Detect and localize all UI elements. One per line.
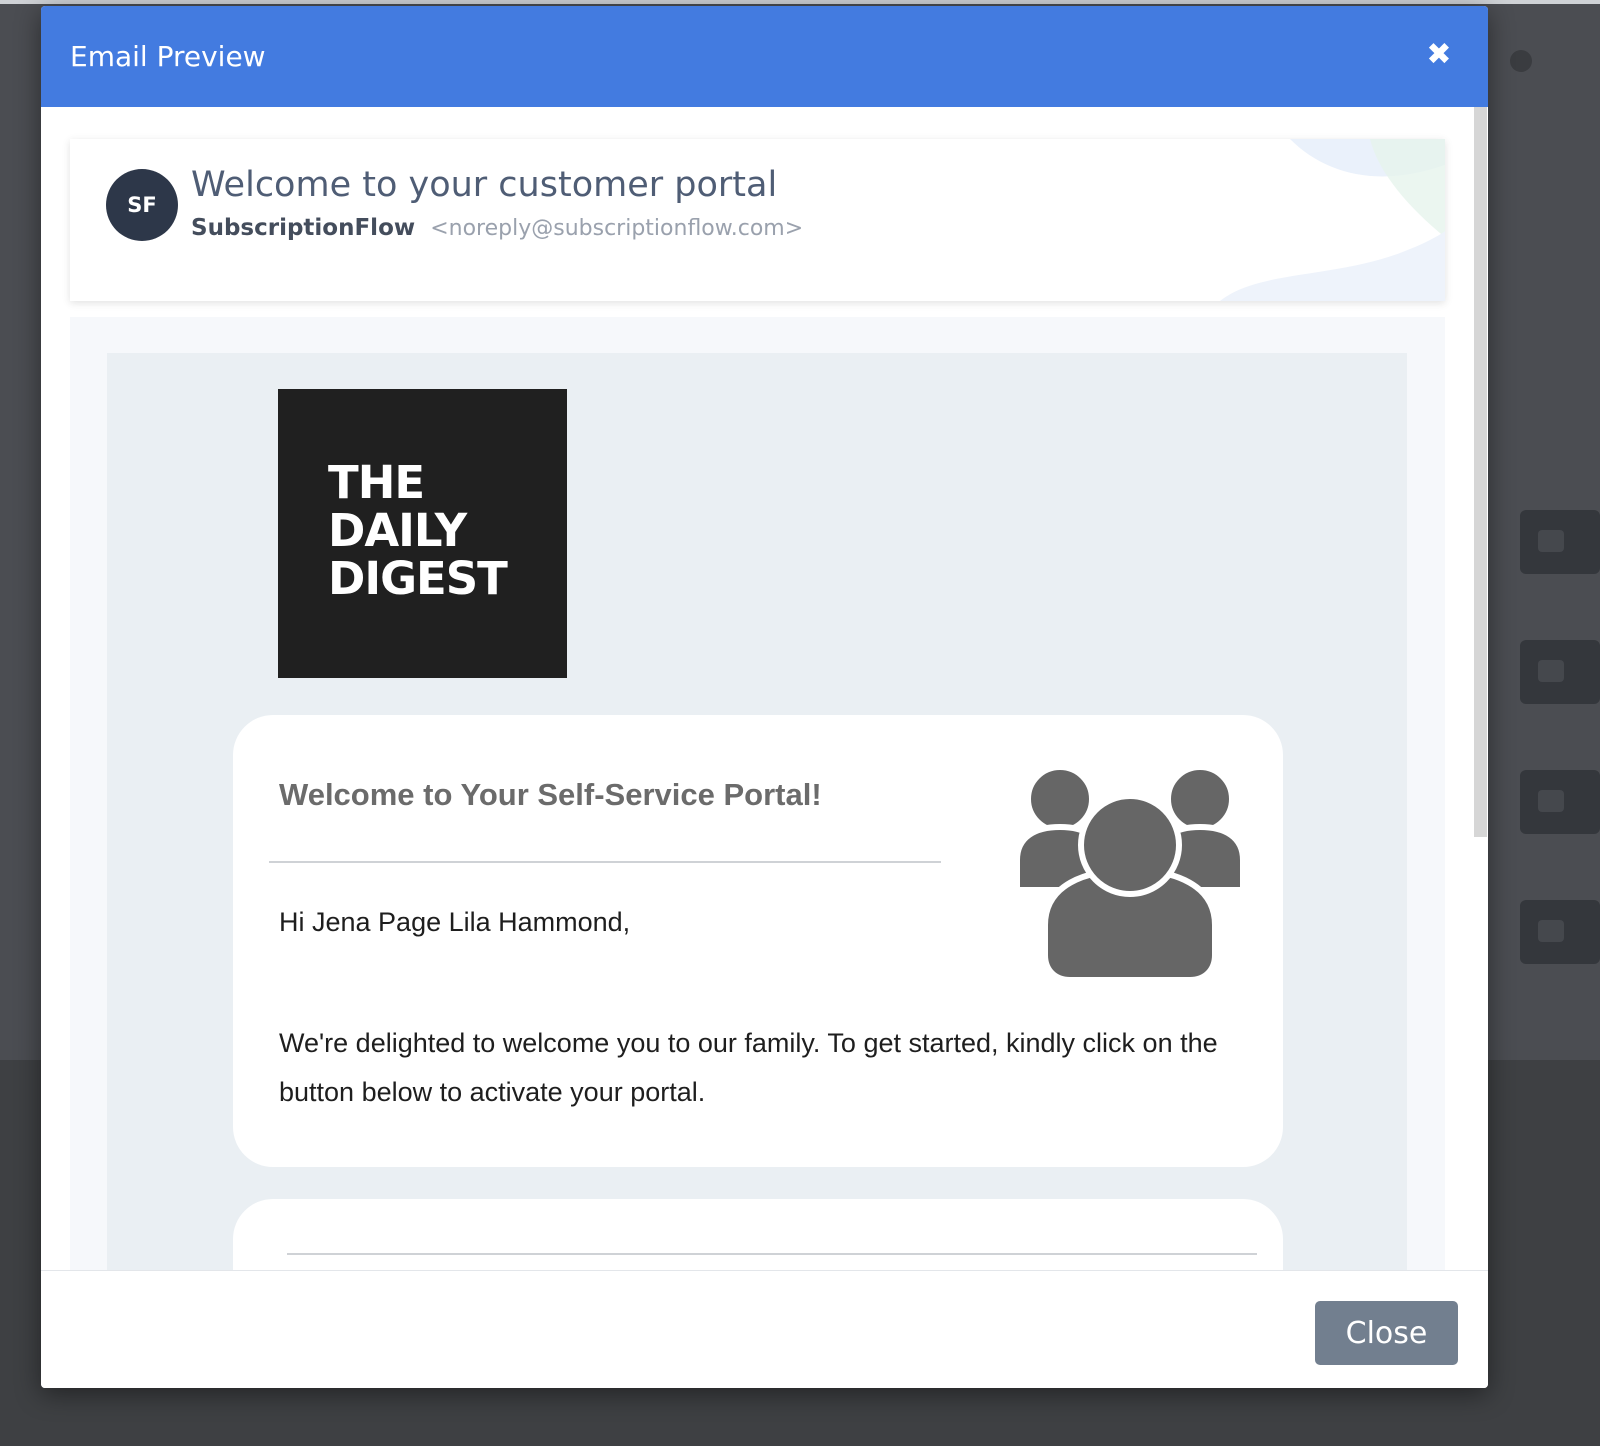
modal-body[interactable]: SF Welcome to your customer portal Subsc… — [41, 107, 1488, 1270]
background-action-button — [1520, 640, 1600, 704]
background-topline — [0, 0, 1600, 4]
sender-name: SubscriptionFlow — [191, 215, 416, 241]
brand-logo: THE DAILY DIGEST — [278, 389, 567, 678]
logo-text: THE DAILY DIGEST — [328, 456, 508, 605]
greeting-text: Hi Jena Page Lila Hammond, — [279, 907, 631, 937]
body-text: We're delighted to welcome you to our fa… — [279, 1028, 1218, 1107]
users-icon — [1015, 765, 1245, 983]
background-action-button — [1520, 900, 1600, 964]
modal-footer: Close — [41, 1270, 1488, 1388]
close-button[interactable]: Close — [1315, 1301, 1458, 1365]
logo-line: THE — [328, 456, 425, 509]
background-icon — [1510, 50, 1532, 72]
welcome-card: Welcome to Your Self-Service Portal! Hi … — [233, 715, 1283, 1167]
email-content-panel: THE DAILY DIGEST Welcome to Your Self-Se… — [70, 317, 1445, 1270]
logo-line: DAILY — [328, 504, 467, 557]
modal-title: Email Preview — [70, 40, 266, 73]
email-preview-modal: Email Preview ✖ SF Welcome to your custo… — [41, 6, 1488, 1388]
sender-card: SF Welcome to your customer portal Subsc… — [70, 139, 1445, 301]
sender-email: <noreply@subscriptionflow.com> — [430, 216, 804, 241]
modal-header: Email Preview ✖ — [41, 6, 1488, 107]
email-canvas: THE DAILY DIGEST Welcome to Your Self-Se… — [107, 353, 1407, 1270]
scrollbar-thumb[interactable] — [1474, 107, 1487, 837]
welcome-heading: Welcome to Your Self-Service Portal! — [279, 777, 822, 812]
email-subject: Welcome to your customer portal — [191, 165, 778, 205]
logo-line: DIGEST — [328, 552, 508, 605]
sender-line: SubscriptionFlow <noreply@subscriptionfl… — [191, 215, 803, 241]
background-action-button — [1520, 510, 1600, 574]
avatar: SF — [106, 169, 178, 241]
decorative-wave — [1220, 139, 1445, 301]
secondary-card — [233, 1199, 1283, 1270]
times-icon[interactable]: ✖ — [1421, 37, 1457, 73]
divider — [287, 1253, 1257, 1255]
divider — [269, 861, 941, 863]
background-action-button — [1520, 770, 1600, 834]
